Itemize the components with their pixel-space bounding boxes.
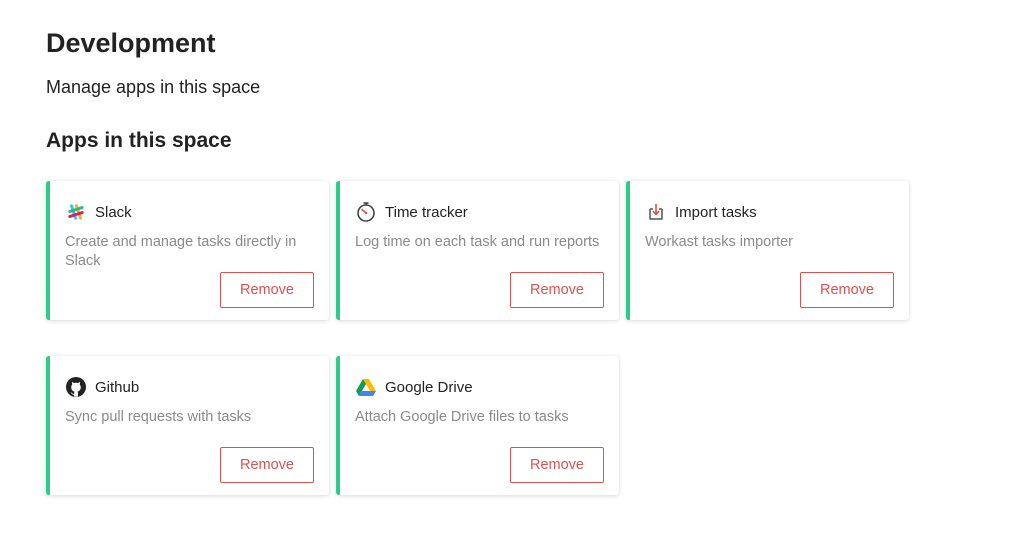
app-card-header: Github [65,376,139,398]
app-card-google-drive: Google Drive Attach Google Drive files t… [336,356,619,495]
import-icon [645,201,667,223]
app-description: Workast tasks importer [645,234,793,250]
stopwatch-icon [355,201,377,223]
github-icon [65,376,87,398]
app-description: Create and manage tasks directly in Slac… [65,234,297,269]
app-card-github: Github Sync pull requests with tasks Rem… [46,356,329,495]
app-name: Time tracker [385,203,468,221]
google-drive-icon [355,376,377,398]
app-name: Google Drive [385,378,473,396]
app-card-header: Import tasks [645,201,757,223]
app-description: Log time on each task and run reports [355,234,600,250]
app-name: Import tasks [675,203,757,221]
app-card-header: Time tracker [355,201,468,223]
remove-time-tracker-button[interactable]: Remove [510,272,604,308]
app-name: Github [95,378,140,396]
app-card-slack: Slack Create and manage tasks directly i… [46,181,329,320]
app-card-import-tasks: Import tasks Workast tasks importer Remo… [626,181,909,320]
page-subtitle: Manage apps in this space [46,77,261,97]
remove-github-button[interactable]: Remove [220,447,314,483]
remove-slack-button[interactable]: Remove [220,272,314,308]
app-description: Attach Google Drive files to tasks [355,409,569,425]
page-title: Development [46,28,216,58]
slack-icon [65,201,87,223]
section-title: Apps in this space [46,129,232,152]
remove-import-tasks-button[interactable]: Remove [800,272,894,308]
app-card-header: Google Drive [355,376,473,398]
remove-google-drive-button[interactable]: Remove [510,447,604,483]
app-card-time-tracker: Time tracker Log time on each task and r… [336,181,619,320]
app-description: Sync pull requests with tasks [65,409,252,425]
app-card-header: Slack [65,201,132,223]
app-name: Slack [95,203,132,221]
